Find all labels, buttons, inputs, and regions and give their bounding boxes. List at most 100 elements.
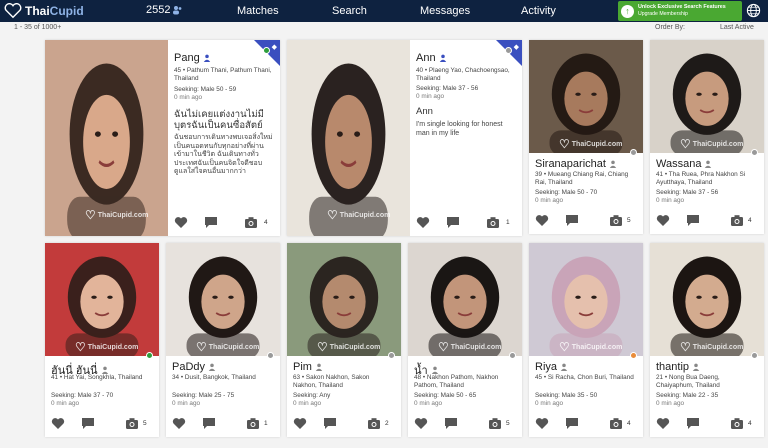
- camera-icon[interactable]: [125, 417, 139, 430]
- heart-icon[interactable]: [293, 417, 307, 430]
- profile-card[interactable]: ♡ ThaiCupid.com ฮันนี่ ฮันนี่ 41 • Hat Yai,…: [45, 243, 159, 437]
- status-dot: [751, 149, 758, 156]
- heart-icon[interactable]: [535, 214, 549, 227]
- last-active: 0 min ago: [174, 94, 203, 101]
- status-dot: [505, 47, 512, 54]
- profile-photo[interactable]: ♡ ThaiCupid.com: [408, 243, 522, 356]
- watermark: ♡ ThaiCupid.com: [438, 340, 502, 354]
- status-dot: [630, 352, 637, 359]
- logo-text-a: Thai: [25, 4, 50, 18]
- profile-card[interactable]: ♡ ThaiCupid.com ◆ Pang 45 • Pathum Thani, Pa…: [45, 40, 280, 236]
- profile-photo[interactable]: ♡ ThaiCupid.com: [166, 243, 280, 356]
- nav-activity[interactable]: Activity: [521, 5, 556, 17]
- profile-photo[interactable]: ♡ ThaiCupid.com: [287, 243, 401, 356]
- message-icon[interactable]: [565, 214, 579, 227]
- profile-name[interactable]: Ann: [416, 52, 447, 64]
- nav-matches[interactable]: Matches: [237, 5, 279, 17]
- profile-name[interactable]: Pim: [293, 361, 323, 373]
- thaicupid-logo[interactable]: Thai Cupid: [4, 2, 84, 20]
- camera-icon[interactable]: [609, 214, 623, 227]
- heart-icon[interactable]: [416, 216, 430, 229]
- last-active: 0 min ago: [416, 93, 445, 100]
- camera-icon[interactable]: [244, 216, 258, 229]
- person-icon: [609, 160, 617, 168]
- profile-location: 41 • Tha Ruea, Phra Nakhon Si Ayutthaya,…: [656, 171, 746, 186]
- last-active: 0 min ago: [51, 400, 80, 407]
- nav-messages[interactable]: Messages: [420, 5, 470, 17]
- message-icon[interactable]: [81, 417, 95, 430]
- globe-icon[interactable]: [746, 3, 761, 18]
- heart-icon[interactable]: [51, 417, 65, 430]
- person-icon: [705, 160, 712, 168]
- profile-seeking: Seeking: Male 50 - 59: [174, 86, 237, 93]
- profile-name[interactable]: Siranaparichat: [535, 158, 617, 170]
- watermark: ♡ ThaiCupid.com: [559, 340, 623, 354]
- heart-icon[interactable]: [535, 417, 549, 430]
- profile-photo[interactable]: ♡ ThaiCupid.com: [529, 40, 643, 153]
- person-icon: [315, 363, 323, 371]
- message-icon[interactable]: [686, 417, 700, 430]
- message-icon[interactable]: [446, 216, 460, 229]
- profile-card[interactable]: ♡ ThaiCupid.com ◆ Ann 40 • Plaeng Yao, Chach…: [287, 40, 522, 236]
- last-active: 0 min ago: [656, 197, 685, 204]
- profile-name[interactable]: thantip: [656, 361, 700, 373]
- profile-card[interactable]: ♡ ThaiCupid.com Siranaparichat 39 • Mueang …: [529, 40, 643, 234]
- heart-icon[interactable]: [414, 417, 428, 430]
- profile-photo[interactable]: ♡ ThaiCupid.com: [287, 40, 410, 236]
- heart-icon[interactable]: [172, 417, 186, 430]
- people-icon: [173, 6, 182, 15]
- camera-icon[interactable]: [609, 417, 623, 430]
- photo-count: 4: [748, 420, 752, 427]
- message-icon[interactable]: [204, 216, 218, 229]
- profile-seeking: Seeking: Male 35 - 50: [535, 392, 598, 399]
- message-icon[interactable]: [565, 417, 579, 430]
- status-dot: [388, 352, 395, 359]
- profile-photo[interactable]: ♡ ThaiCupid.com: [650, 243, 764, 356]
- upgrade-subtitle: Upgrade Membership: [638, 11, 688, 17]
- camera-icon[interactable]: [488, 417, 502, 430]
- nav-search[interactable]: Search: [332, 5, 367, 17]
- watermark: ♡ ThaiCupid.com: [196, 340, 260, 354]
- logo-text-b: Cupid: [49, 4, 84, 18]
- message-icon[interactable]: [323, 417, 337, 430]
- profile-photo[interactable]: ♡ ThaiCupid.com: [529, 243, 643, 356]
- message-icon[interactable]: [686, 214, 700, 227]
- camera-icon[interactable]: [730, 214, 744, 227]
- profile-location: 45 • Si Racha, Chon Buri, Thailand: [535, 374, 634, 381]
- heart-icon[interactable]: [656, 214, 670, 227]
- profile-location: 48 • Nakhon Pathom, Nakhon Pathom, Thail…: [414, 374, 499, 389]
- status-dot: [267, 352, 274, 359]
- profile-card[interactable]: ♡ ThaiCupid.com PaDdy 34 • Dusit, Bangkok, …: [166, 243, 280, 437]
- camera-icon[interactable]: [367, 417, 381, 430]
- profile-photo[interactable]: ♡ ThaiCupid.com: [650, 40, 764, 153]
- last-active: 0 min ago: [535, 400, 564, 407]
- profile-photo[interactable]: ♡ ThaiCupid.com: [45, 243, 159, 356]
- notification-counter[interactable]: 2552: [146, 4, 182, 16]
- message-icon[interactable]: [444, 417, 458, 430]
- verified-person-icon: [203, 54, 210, 62]
- profile-card[interactable]: ♡ ThaiCupid.com thantip 21 • Nong Bua Daeng…: [650, 243, 764, 437]
- camera-icon[interactable]: [246, 417, 260, 430]
- order-by-select[interactable]: Last Active: [720, 24, 754, 31]
- heart-icon[interactable]: [656, 417, 670, 430]
- profile-card[interactable]: ♡ ThaiCupid.com น้ำ 48 • Nakhon Pathom, Nak…: [408, 243, 522, 437]
- profile-bio: I'm single looking for honest man in my …: [416, 121, 503, 137]
- profile-seeking: Seeking: Male 50 - 65: [414, 392, 477, 399]
- profile-card[interactable]: ♡ ThaiCupid.com Riya 45 • Si Racha, Chon Bu…: [529, 243, 643, 437]
- profile-name[interactable]: PaDdy: [172, 361, 216, 373]
- camera-icon[interactable]: [730, 417, 744, 430]
- profile-name[interactable]: Riya: [535, 361, 568, 373]
- profile-location: 45 • Pathum Thani, Pathum Thani, Thailan…: [174, 67, 272, 82]
- profile-seeking: Seeking: Male 37 - 56: [656, 189, 719, 196]
- profile-card[interactable]: ♡ ThaiCupid.com Pim 63 • Sakon Nakhon, Sako…: [287, 243, 401, 437]
- profile-location: 63 • Sakon Nakhon, Sakon Nakhon, Thailan…: [293, 374, 370, 389]
- profile-name[interactable]: Wassana: [656, 158, 712, 170]
- last-active: 0 min ago: [414, 400, 443, 407]
- message-icon[interactable]: [202, 417, 216, 430]
- profile-name[interactable]: Pang: [174, 52, 211, 64]
- profile-card[interactable]: ♡ ThaiCupid.com Wassana 41 • Tha Ruea, Phra…: [650, 40, 764, 234]
- camera-icon[interactable]: [486, 216, 500, 229]
- profile-photo[interactable]: ♡ ThaiCupid.com: [45, 40, 168, 236]
- upgrade-button[interactable]: ↑ Unlock Exclusive Search Features Upgrad…: [618, 1, 742, 21]
- heart-icon[interactable]: [174, 216, 188, 229]
